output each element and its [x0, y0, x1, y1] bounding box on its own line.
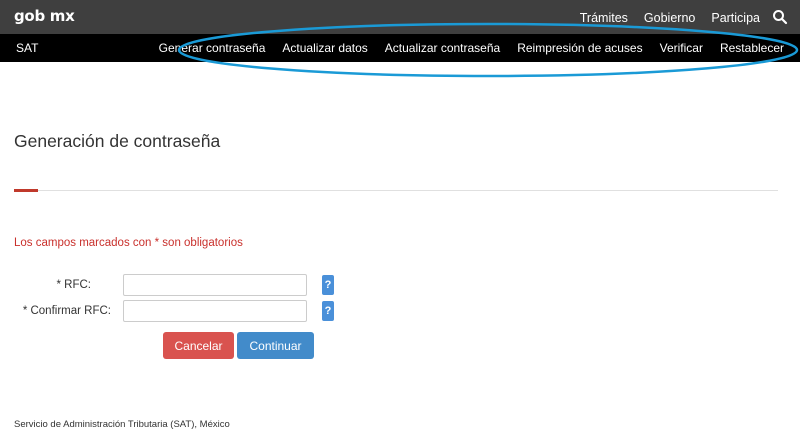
page-title: Generación de contraseña: [14, 131, 221, 151]
confirm-rfc-help-button[interactable]: ?: [322, 301, 334, 321]
nav-item-reimpresion-acuses[interactable]: Reimpresión de acuses: [517, 41, 642, 55]
top-link-gobierno[interactable]: Gobierno: [644, 11, 695, 25]
nav-item-actualizar-datos[interactable]: Actualizar datos: [282, 41, 367, 55]
main-nav: SAT Generar contraseña Actualizar datos …: [0, 34, 800, 62]
nav-item-actualizar-contrasena[interactable]: Actualizar contraseña: [385, 41, 500, 55]
confirm-rfc-input[interactable]: [123, 300, 307, 322]
nav-item-restablecer[interactable]: Restablecer: [720, 41, 784, 55]
title-divider: [38, 190, 778, 191]
top-bar: gob mx Trámites Gobierno Participa: [0, 0, 800, 34]
rfc-input[interactable]: [123, 274, 307, 296]
gobmx-logo[interactable]: gob mx: [14, 7, 75, 25]
confirm-rfc-label: * Confirmar RFC:: [22, 305, 111, 317]
top-link-participa[interactable]: Participa: [711, 11, 760, 25]
continue-button[interactable]: Continuar: [237, 332, 314, 359]
rfc-label: * RFC:: [56, 279, 92, 291]
nav-item-generar-contrasena[interactable]: Generar contraseña: [159, 41, 266, 55]
top-link-tramites[interactable]: Trámites: [580, 11, 628, 25]
title-accent-bar: [14, 189, 38, 192]
required-fields-note: Los campos marcados con * son obligatori…: [14, 237, 243, 249]
cancel-button[interactable]: Cancelar: [163, 332, 234, 359]
search-icon[interactable]: [772, 9, 788, 25]
nav-brand-sat[interactable]: SAT: [16, 41, 38, 55]
nav-links: Generar contraseña Actualizar datos Actu…: [159, 41, 784, 55]
rfc-help-button[interactable]: ?: [322, 275, 334, 295]
top-links: Trámites Gobierno Participa: [580, 11, 760, 25]
footer-text: Servicio de Administración Tributaria (S…: [14, 419, 230, 430]
nav-item-verificar[interactable]: Verificar: [660, 41, 703, 55]
